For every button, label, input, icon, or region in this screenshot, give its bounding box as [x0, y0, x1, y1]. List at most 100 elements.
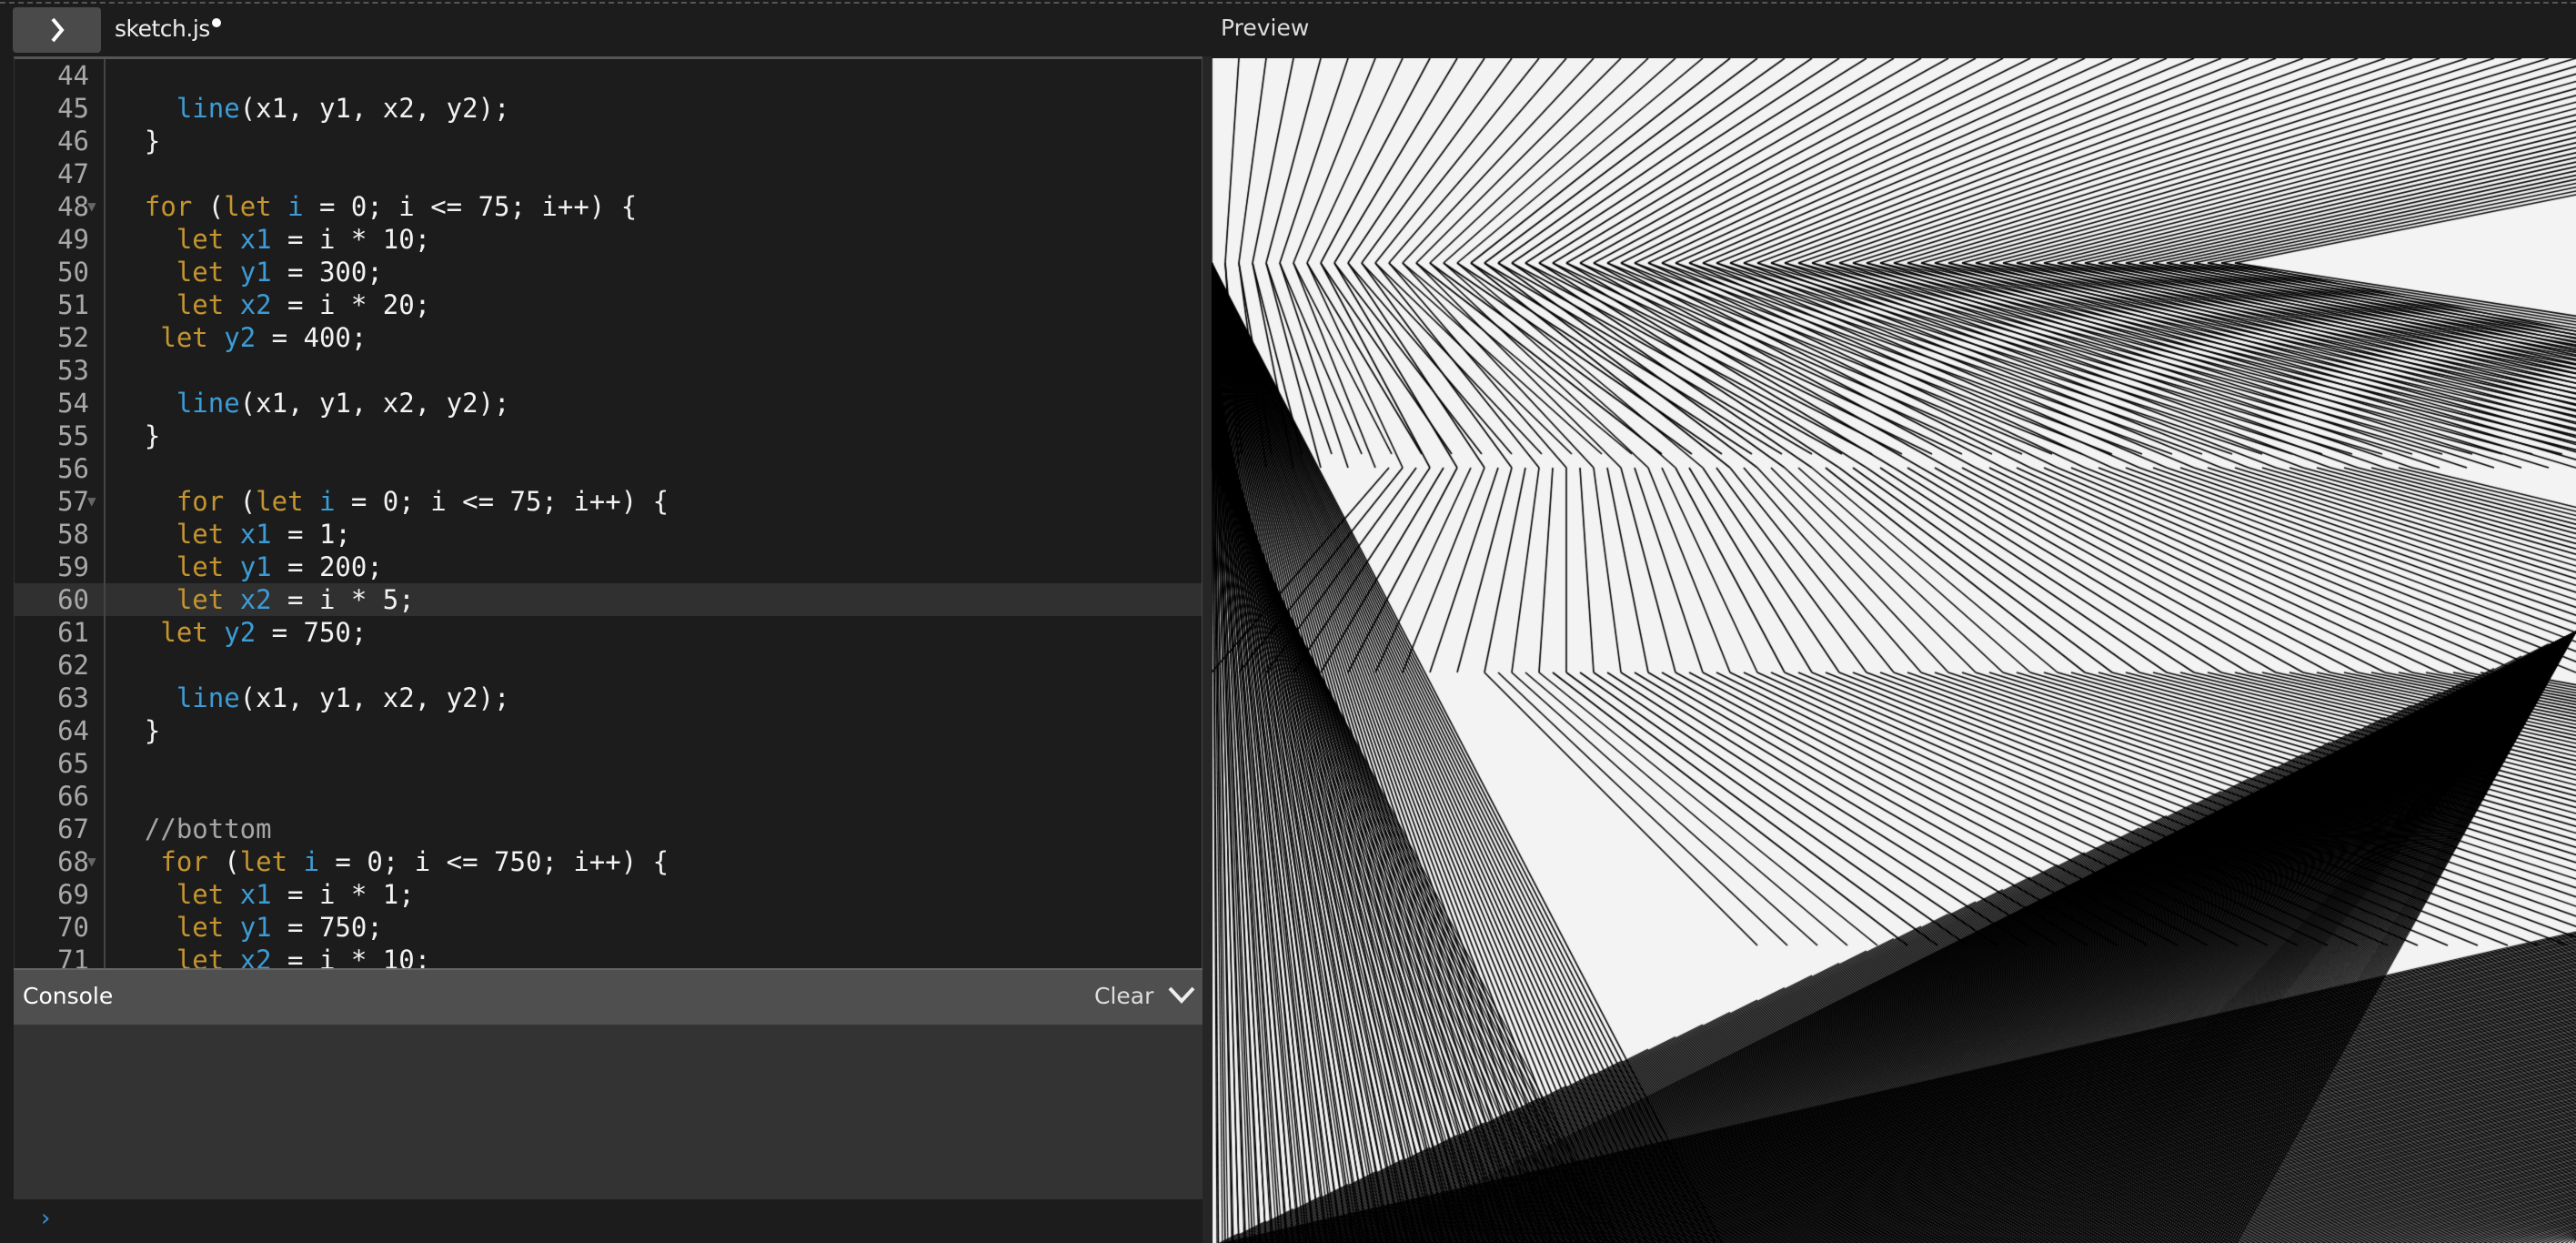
code-line[interactable]: 61 let y2 = 750; let y2: [15, 616, 1202, 649]
run-button[interactable]: [13, 7, 101, 53]
line-number: 60: [57, 584, 89, 615]
chevron-right-icon: [50, 17, 65, 43]
code-text: let y1 = 300;: [113, 257, 383, 288]
line-number: 52: [57, 322, 89, 353]
code-line[interactable]: 60 let x2 = i * 5; let x2: [15, 583, 1202, 616]
code-line[interactable]: 71 let x2 = i * 10; let x2: [15, 944, 1202, 968]
code-line[interactable]: 45 line(x1, y1, x2, y2); line: [15, 92, 1202, 125]
line-number: 49: [57, 224, 89, 255]
code-text: line(x1, y1, x2, y2);: [113, 93, 510, 124]
line-number: 46: [57, 126, 89, 157]
line-number: 53: [57, 355, 89, 386]
code-line[interactable]: 68 ▼ for (let i = 0; i <= 750; i++) { for…: [15, 845, 1202, 878]
code-text: let x1 = i * 1;: [113, 879, 415, 910]
preview-label: Preview: [1221, 15, 1310, 41]
code-line[interactable]: 66: [15, 780, 1202, 813]
code-line[interactable]: 64 }: [15, 714, 1202, 747]
code-line[interactable]: 49 let x1 = i * 10; let x1: [15, 223, 1202, 256]
file-name: sketch.js: [115, 15, 210, 42]
fold-toggle-icon[interactable]: ▼: [87, 190, 96, 223]
clear-console-button[interactable]: Clear: [1094, 983, 1153, 1009]
sketch-preview: [1212, 58, 2576, 1243]
editor-toolbar: sketch.js: [0, 4, 1202, 56]
gutter-divider: [104, 59, 106, 968]
code-text: for (let i = 0; i <= 75; i++) {: [113, 191, 638, 222]
panel-divider[interactable]: [1202, 56, 1212, 1243]
line-number: 54: [57, 388, 89, 419]
code-line[interactable]: 55 }: [15, 419, 1202, 452]
line-number: 62: [57, 650, 89, 681]
line-number: 58: [57, 519, 89, 550]
code-text: //bottom: [113, 814, 272, 844]
console-output: [14, 1025, 1202, 1199]
code-line[interactable]: 48 ▼ for (let i = 0; i <= 75; i++) { for …: [15, 190, 1202, 223]
code-text: let y1 = 200;: [113, 551, 383, 582]
code-line[interactable]: 63 line(x1, y1, x2, y2); line: [15, 682, 1202, 714]
code-text: }: [113, 420, 161, 451]
code-line[interactable]: 70 let y1 = 750; let y1: [15, 911, 1202, 944]
line-number: 68: [57, 846, 89, 877]
file-tab[interactable]: sketch.js: [115, 15, 221, 42]
code-lines[interactable]: 43 let y2 = 300; let y24445 line(x1, y1,…: [15, 59, 1202, 968]
console-header: Console Clear: [14, 968, 1202, 1025]
line-number: 48: [57, 191, 89, 222]
line-number: 65: [57, 748, 89, 779]
chevron-down-icon: [1168, 986, 1195, 1004]
code-text: let y2 = 750;: [113, 617, 367, 648]
unsaved-dot-icon: [211, 18, 221, 27]
code-line[interactable]: 56: [15, 452, 1202, 485]
code-line[interactable]: 62: [15, 649, 1202, 682]
console-prompt-icon: ›: [41, 1205, 51, 1232]
line-number: 57: [57, 486, 89, 517]
code-line[interactable]: 53: [15, 354, 1202, 387]
line-number: 63: [57, 682, 89, 713]
code-line[interactable]: 58 let x1 = 1; let x1: [15, 518, 1202, 551]
code-editor[interactable]: 43 let y2 = 300; let y24445 line(x1, y1,…: [14, 56, 1202, 968]
code-line[interactable]: 52 let y2 = 400; let y2: [15, 321, 1202, 354]
line-number: 71: [57, 945, 89, 968]
code-text: let x2 = i * 10;: [113, 945, 431, 968]
code-text: for (let i = 0; i <= 750; i++) {: [113, 846, 669, 877]
line-number: 55: [57, 420, 89, 451]
code-line[interactable]: 59 let y1 = 200; let y1: [15, 551, 1202, 583]
line-number: 59: [57, 551, 89, 582]
line-number: 47: [57, 158, 89, 189]
line-number: 69: [57, 879, 89, 910]
code-text: for (let i = 0; i <= 75; i++) {: [113, 486, 669, 517]
code-text: let x1 = i * 10;: [113, 224, 431, 255]
code-text: let y1 = 750;: [113, 912, 383, 943]
code-line[interactable]: 69 let x1 = i * 1; let x1: [15, 878, 1202, 911]
fold-toggle-icon[interactable]: ▼: [87, 845, 96, 878]
line-number: 51: [57, 289, 89, 320]
sketch-canvas: [1212, 58, 2576, 1243]
code-text: }: [113, 715, 161, 746]
line-number: 45: [57, 93, 89, 124]
code-text: let x2 = i * 5;: [113, 584, 415, 615]
line-number: 67: [57, 814, 89, 844]
code-text: }: [113, 126, 161, 157]
code-text: let x1 = 1;: [113, 519, 351, 550]
console-title: Console: [23, 983, 114, 1009]
code-line[interactable]: 47: [15, 157, 1202, 190]
line-number: 66: [57, 781, 89, 812]
code-text: line(x1, y1, x2, y2);: [113, 682, 510, 713]
line-number: 70: [57, 912, 89, 943]
console-input[interactable]: ›: [14, 1199, 1202, 1243]
code-line[interactable]: 50 let y1 = 300; let y1: [15, 256, 1202, 288]
collapse-console-button[interactable]: [1167, 981, 1196, 1012]
code-line[interactable]: 65: [15, 747, 1202, 780]
code-line[interactable]: 51 let x2 = i * 20; let x2: [15, 288, 1202, 321]
code-line[interactable]: 46 }: [15, 125, 1202, 157]
line-number: 50: [57, 257, 89, 288]
line-number: 61: [57, 617, 89, 648]
code-text: line(x1, y1, x2, y2);: [113, 388, 510, 419]
code-line[interactable]: 44: [15, 59, 1202, 92]
line-number: 64: [57, 715, 89, 746]
code-text: let x2 = i * 20;: [113, 289, 431, 320]
line-number: 44: [57, 60, 89, 91]
fold-toggle-icon[interactable]: ▼: [87, 485, 96, 518]
code-line[interactable]: 57 ▼ for (let i = 0; i <= 75; i++) { for …: [15, 485, 1202, 518]
code-line[interactable]: 54 line(x1, y1, x2, y2); line: [15, 387, 1202, 419]
code-line[interactable]: 67 //bottom //bottom: [15, 813, 1202, 845]
line-number: 56: [57, 453, 89, 484]
